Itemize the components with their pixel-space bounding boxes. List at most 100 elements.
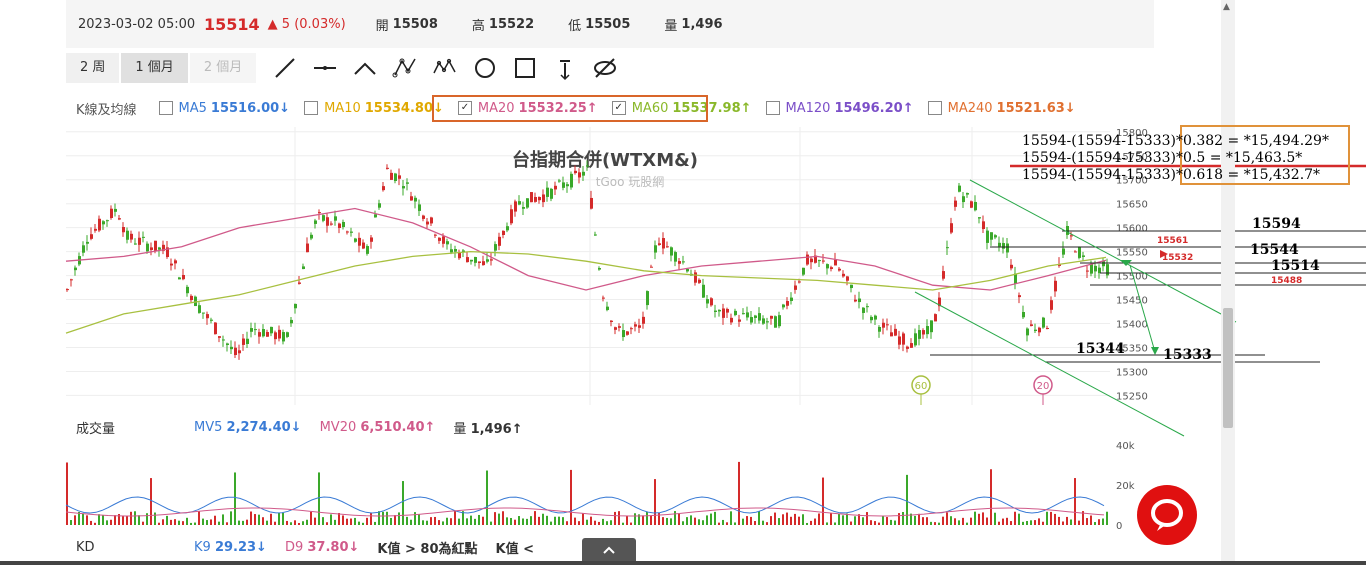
candle-body	[190, 295, 193, 301]
candle-body	[914, 333, 917, 346]
candle-body	[410, 196, 413, 201]
candle-body	[210, 319, 213, 321]
volume-bar	[1038, 518, 1040, 525]
volume-bar	[930, 521, 932, 525]
candle-body	[918, 330, 921, 339]
candle-body	[794, 285, 797, 290]
candle-body	[950, 223, 953, 233]
volume-bar	[302, 521, 304, 525]
candle-body	[302, 266, 305, 270]
volume-bar	[122, 516, 124, 525]
vertical-scrollbar[interactable]: ▲	[1221, 0, 1235, 565]
volume-y-tick: 0	[1116, 521, 1122, 532]
volume-bar	[254, 514, 256, 525]
candle-body	[310, 234, 313, 239]
volume-bar	[326, 522, 328, 525]
volume-bar	[330, 514, 332, 525]
candle-body	[1066, 226, 1069, 235]
candle-body	[306, 243, 309, 253]
candle-body	[670, 247, 673, 256]
candle-body	[946, 247, 949, 249]
volume-bar	[486, 470, 488, 525]
candle-body	[850, 284, 853, 289]
volume-bar	[678, 513, 680, 525]
candle-body	[366, 246, 369, 254]
volume-bar	[746, 516, 748, 525]
candle-body	[522, 207, 525, 209]
volume-bar	[106, 520, 108, 525]
candle-body	[742, 313, 745, 315]
volume-bar	[114, 515, 116, 525]
candle-body	[802, 267, 805, 275]
volume-bar	[378, 511, 380, 525]
volume-bar	[906, 474, 908, 525]
candle-body	[554, 185, 557, 190]
candle-body	[658, 243, 661, 245]
candle-body	[126, 230, 129, 240]
volume-bar	[130, 511, 132, 525]
candle-body	[570, 173, 573, 188]
candle-body	[994, 235, 997, 238]
volume-bar	[1094, 522, 1096, 525]
candle-body	[1030, 324, 1033, 326]
scroll-thumb[interactable]	[1223, 308, 1233, 428]
volume-bar	[362, 522, 364, 525]
volume-bar	[82, 513, 84, 525]
volume-bar	[474, 518, 476, 525]
candle-body	[106, 220, 109, 222]
volume-bar	[438, 520, 440, 525]
candle-body	[122, 226, 125, 233]
volume-bar	[314, 517, 316, 525]
volume-bar	[482, 516, 484, 525]
candle-body	[966, 193, 969, 195]
candle-body	[418, 204, 421, 211]
candle-body	[114, 208, 117, 212]
candle-body	[638, 325, 641, 328]
level-label-15544: 15544	[1250, 242, 1299, 258]
volume-bar	[418, 514, 420, 525]
volume-bar	[618, 511, 620, 525]
chat-button[interactable]	[1137, 485, 1197, 545]
candle-body	[750, 317, 753, 323]
candle-body	[902, 333, 905, 345]
volume-bar	[374, 521, 376, 525]
volume-bar	[70, 520, 72, 525]
candle-body	[1090, 264, 1093, 274]
volume-bar	[1034, 520, 1036, 525]
candle-body	[242, 338, 245, 345]
candle-body	[250, 328, 253, 332]
candle-body	[382, 186, 385, 191]
volume-bar	[1062, 521, 1064, 525]
volume-bar	[398, 512, 400, 525]
candle-body	[266, 332, 269, 337]
volume-bar	[430, 517, 432, 525]
candle-body	[630, 328, 633, 330]
candle-body	[590, 197, 593, 209]
volume-bar	[286, 520, 288, 525]
y-tick-label: 15300	[1116, 367, 1148, 378]
volume-bar	[562, 517, 564, 525]
volume-bar	[290, 522, 292, 525]
candle-body	[150, 247, 153, 250]
candle-body	[1018, 295, 1021, 298]
candle-body	[298, 282, 301, 284]
volume-bar	[890, 519, 892, 525]
volume-bar	[826, 522, 828, 525]
volume-bar	[982, 512, 984, 525]
candle-body	[206, 314, 209, 319]
candle-body	[826, 264, 829, 269]
candle-body	[342, 221, 345, 228]
volume-bar	[394, 515, 396, 525]
candle-body	[1026, 328, 1029, 336]
scroll-up-arrow-icon[interactable]: ▲	[1223, 2, 1230, 12]
bottom-border	[0, 561, 1366, 565]
candle-body	[142, 236, 145, 238]
candle-body	[990, 232, 993, 240]
level-label-15333: 15333	[1163, 347, 1212, 363]
candle-body	[822, 260, 825, 262]
volume-bar	[126, 516, 128, 525]
volume-bar	[582, 513, 584, 525]
volume-bar	[782, 514, 784, 525]
small-label-15561: 15561	[1157, 236, 1189, 246]
candle-body	[270, 326, 273, 334]
